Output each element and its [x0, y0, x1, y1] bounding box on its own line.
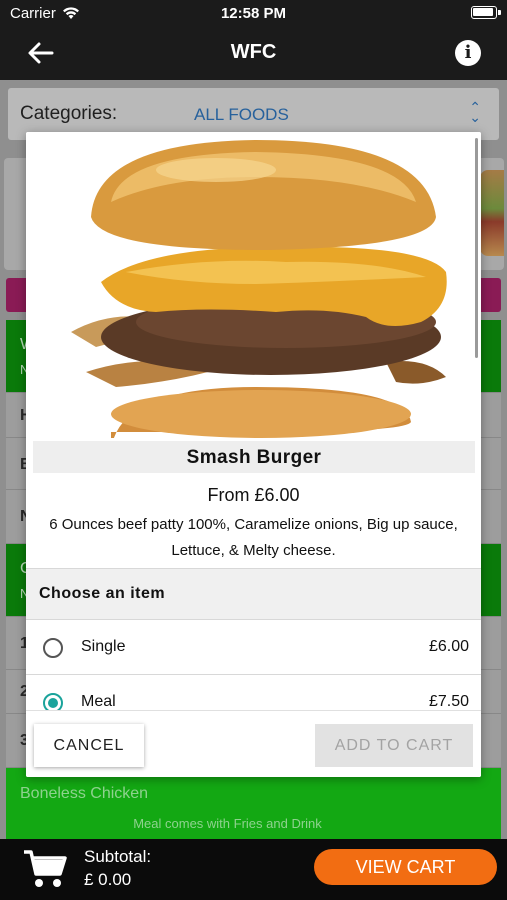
category-label: Categories:	[20, 103, 118, 124]
product-options-dialog: Smash Burger From £6.00 6 Ounces beef pa…	[26, 132, 481, 777]
choose-item-label: Choose an item	[39, 585, 166, 602]
choose-item-header: Choose an item	[26, 568, 481, 620]
subtotal-value: £ 0.00	[84, 870, 132, 889]
option-price: £6.00	[428, 638, 469, 655]
status-bar: Carrier 12:58 PM	[0, 0, 507, 26]
shopping-cart-icon	[24, 850, 67, 887]
navigation-bar: WFC i	[0, 26, 507, 80]
info-icon[interactable]: i	[455, 40, 481, 66]
chevron-updown-icon: ⌃ ⌄	[469, 99, 481, 125]
section-title: Boneless Chicken	[20, 785, 149, 802]
category-value[interactable]: ALL FOODS	[194, 105, 289, 125]
menu-section-boneless-chicken[interactable]: Boneless Chicken Meal comes with Fries a…	[6, 768, 501, 839]
dialog-footer: CANCEL ADD TO CART	[26, 710, 481, 777]
option-label: Single	[81, 638, 126, 655]
view-cart-button[interactable]: VIEW CART	[314, 849, 497, 885]
product-description: 6 Ounces beef patty 100%, Caramelize oni…	[49, 516, 458, 559]
cancel-button[interactable]: CANCEL	[34, 724, 144, 767]
product-name-band: Smash Burger	[33, 441, 475, 473]
radio-button[interactable]	[43, 638, 63, 658]
option-single[interactable]: Single £6.00	[26, 620, 481, 675]
product-image	[26, 132, 481, 438]
food-thumbnail	[480, 170, 504, 256]
battery-icon	[471, 6, 501, 19]
cart-bar: Subtotal: £ 0.00 VIEW CART	[0, 839, 507, 900]
page-title: WFC	[230, 41, 277, 63]
subtotal-label: Subtotal:	[84, 847, 152, 866]
product-name: Smash Burger	[186, 447, 322, 468]
scrollbar[interactable]	[475, 138, 478, 358]
product-price: From £6.00	[207, 485, 300, 505]
add-to-cart-button[interactable]: ADD TO CART	[315, 724, 473, 767]
option-price: £7.50	[428, 693, 469, 710]
clock: 12:58 PM	[220, 5, 287, 22]
section-description: Meal comes with Fries and Drink	[133, 816, 322, 831]
option-label: Meal	[81, 693, 116, 710]
